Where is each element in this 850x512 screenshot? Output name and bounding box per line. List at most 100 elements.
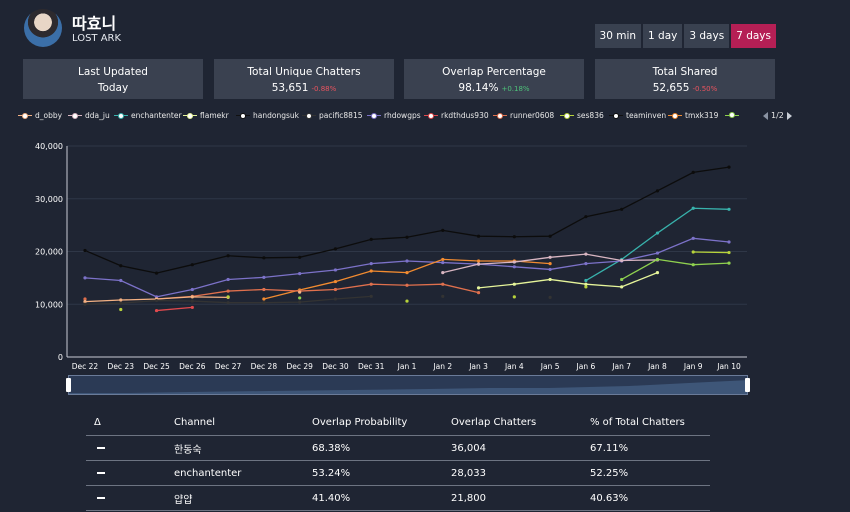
y-tick-label: 10,000 — [35, 300, 63, 309]
data-point — [620, 258, 624, 263]
data-point — [727, 261, 731, 265]
series-line — [585, 207, 730, 282]
column-header-probability[interactable]: Overlap Probability — [312, 409, 451, 436]
stat-title: Overlap Percentage — [442, 66, 546, 78]
x-tick-label: Dec 22 — [72, 362, 99, 371]
table-row[interactable]: 얍얍 41.40% 21,800 40.63% — [86, 485, 710, 511]
stat-number: 52,655 — [652, 82, 690, 94]
legend-label: rkdthdus930 — [441, 111, 489, 120]
series-line — [84, 166, 730, 274]
overlap-table: Δ Channel Overlap Probability Overlap Ch… — [86, 409, 710, 511]
channel-cell[interactable]: 얍얍 — [174, 485, 312, 511]
data-point — [190, 299, 194, 303]
legend-item-flamekr[interactable]: flamekr — [183, 111, 229, 120]
y-tick-label: 20,000 — [35, 248, 63, 257]
time-range-selector: 30 min 1 day 3 days 7 days — [593, 24, 776, 48]
delta-cell — [86, 460, 174, 486]
data-point — [333, 268, 338, 272]
streamer-name: 따효니 — [72, 14, 117, 33]
column-header-percent[interactable]: % of Total Chatters — [590, 409, 710, 436]
percent-cell: 67.11% — [590, 435, 710, 461]
legend-marker-icon — [183, 112, 197, 120]
chevron-right-icon[interactable] — [786, 111, 792, 120]
data-point — [727, 240, 731, 244]
data-point — [262, 275, 266, 279]
chevron-left-icon[interactable] — [763, 111, 768, 120]
legend-item-dda-ju[interactable]: dda_ju — [68, 111, 110, 120]
legend-item-handongsuk[interactable]: handongsuk — [236, 111, 299, 120]
navigator-preview — [69, 380, 747, 394]
legend-item-pacific8815[interactable]: pacific8815 — [302, 111, 363, 120]
legend-item-rhdowgps[interactable]: rhdowgps — [367, 111, 421, 120]
data-point — [83, 276, 87, 280]
legend-item-rkdthdus930[interactable]: rkdthdus930 — [424, 111, 489, 120]
legend-label: rhdowgps — [384, 111, 421, 120]
legend-marker-icon — [302, 112, 316, 120]
legend-item-ses836[interactable]: ses836 — [560, 111, 604, 120]
data-point — [405, 283, 409, 287]
data-point — [298, 296, 302, 300]
x-tick-label: Dec 25 — [143, 362, 170, 371]
legend-label: dda_ju — [85, 111, 110, 120]
range-1day-button[interactable]: 1 day — [643, 24, 683, 48]
data-point — [226, 254, 230, 258]
column-header-chatters[interactable]: Overlap Chatters — [451, 409, 590, 436]
chart-navigator[interactable] — [68, 375, 748, 395]
x-tick-label: Dec 31 — [358, 362, 385, 371]
stat-title: Total Shared — [652, 66, 718, 78]
data-point — [476, 286, 481, 290]
legend-marker-icon — [560, 112, 574, 120]
data-point — [727, 207, 731, 211]
data-point — [226, 277, 230, 282]
table-row[interactable]: 한동숙 68.38% 36,004 67.11% — [86, 435, 710, 461]
data-point — [119, 264, 123, 268]
y-tick-label: 30,000 — [35, 195, 63, 204]
legend-marker-icon — [18, 112, 32, 120]
stat-card-last-updated: Last Updated Today — [23, 59, 203, 99]
data-point — [262, 301, 266, 305]
legend-item-teaminven[interactable]: teaminven — [609, 111, 666, 120]
range-7days-button[interactable]: 7 days — [731, 24, 776, 48]
data-point — [512, 265, 516, 269]
stats-row: Last Updated Today Total Unique Chatters… — [23, 59, 775, 99]
x-tick-label: Dec 23 — [108, 362, 135, 371]
chatters-cell: 28,033 — [451, 460, 590, 486]
channel-cell[interactable]: 한동숙 — [174, 435, 312, 461]
data-point — [548, 255, 552, 259]
legend-item-runner0608[interactable]: runner0608 — [493, 111, 554, 120]
column-header-channel[interactable]: Channel — [174, 409, 312, 436]
data-point — [226, 295, 230, 299]
streamer-avatar[interactable] — [24, 9, 62, 47]
navigator-handle-right[interactable] — [745, 378, 750, 392]
legend-item-enchantenter[interactable]: enchantenter — [114, 111, 182, 120]
data-point — [584, 252, 588, 256]
stat-card-overlap-percentage: Overlap Percentage 98.14% +0.18% — [404, 59, 584, 99]
range-3days-button[interactable]: 3 days — [684, 24, 730, 48]
legend-item-d-obby[interactable]: d_obby — [18, 111, 62, 120]
data-point — [441, 228, 445, 232]
legend-item-unnamed[interactable] — [725, 111, 742, 119]
stat-title: Last Updated — [78, 66, 148, 78]
range-30min-button[interactable]: 30 min — [594, 24, 642, 48]
data-point — [154, 308, 159, 313]
table-row[interactable]: enchantenter 53.24% 28,033 52.25% — [86, 460, 710, 486]
data-point — [441, 294, 445, 298]
stat-title: Total Unique Chatters — [247, 66, 361, 78]
stat-number: 98.14% — [458, 82, 499, 94]
data-point — [333, 247, 338, 251]
data-point — [655, 257, 660, 262]
data-point — [512, 260, 516, 264]
data-point — [548, 262, 552, 266]
data-point — [655, 271, 660, 275]
legend-item-tmxk319[interactable]: tmxk319 — [668, 111, 718, 120]
navigator-handle-left[interactable] — [66, 378, 71, 392]
data-point — [119, 307, 123, 312]
data-point — [441, 271, 445, 275]
data-point — [441, 260, 445, 265]
data-point — [548, 234, 552, 238]
delta-cell — [86, 485, 174, 511]
minus-icon — [97, 496, 105, 499]
channel-cell[interactable]: enchantenter — [174, 460, 312, 486]
column-header-delta[interactable]: Δ — [86, 409, 174, 436]
data-point — [476, 262, 481, 266]
